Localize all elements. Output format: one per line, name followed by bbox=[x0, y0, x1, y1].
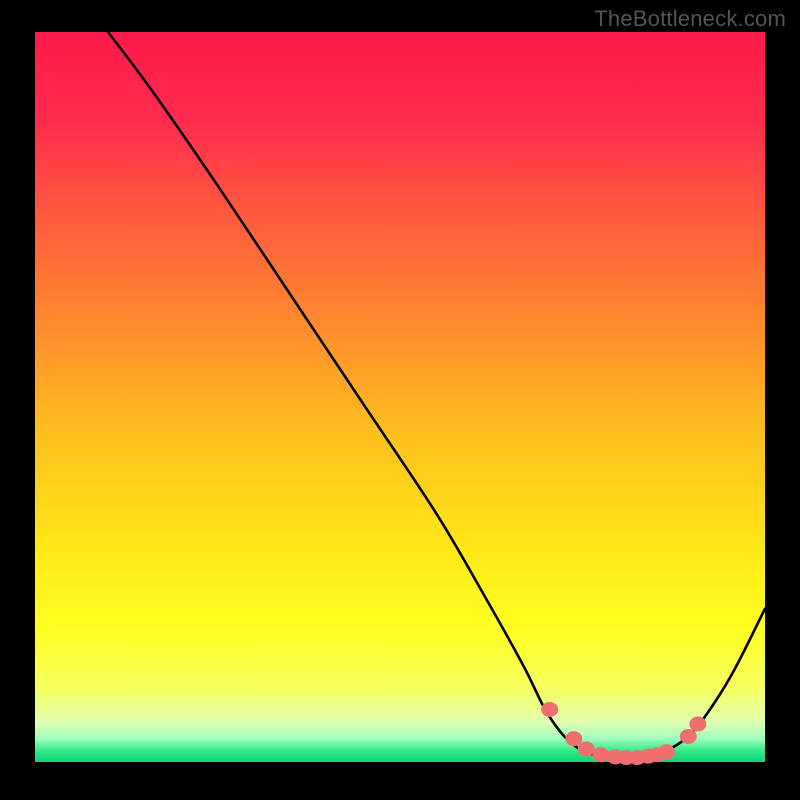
curve-dot bbox=[658, 744, 675, 759]
curve-dot bbox=[680, 729, 697, 744]
curve-dot bbox=[592, 747, 609, 762]
watermark-text: TheBottleneck.com bbox=[594, 6, 786, 32]
chart-plot-area bbox=[35, 32, 765, 762]
chart-curve-layer bbox=[35, 32, 765, 762]
curve-dots bbox=[541, 702, 706, 765]
curve-dot bbox=[565, 731, 582, 746]
bottleneck-curve bbox=[108, 32, 765, 758]
curve-dot bbox=[689, 717, 706, 732]
curve-dot bbox=[541, 702, 558, 717]
curve-dot bbox=[578, 741, 595, 756]
